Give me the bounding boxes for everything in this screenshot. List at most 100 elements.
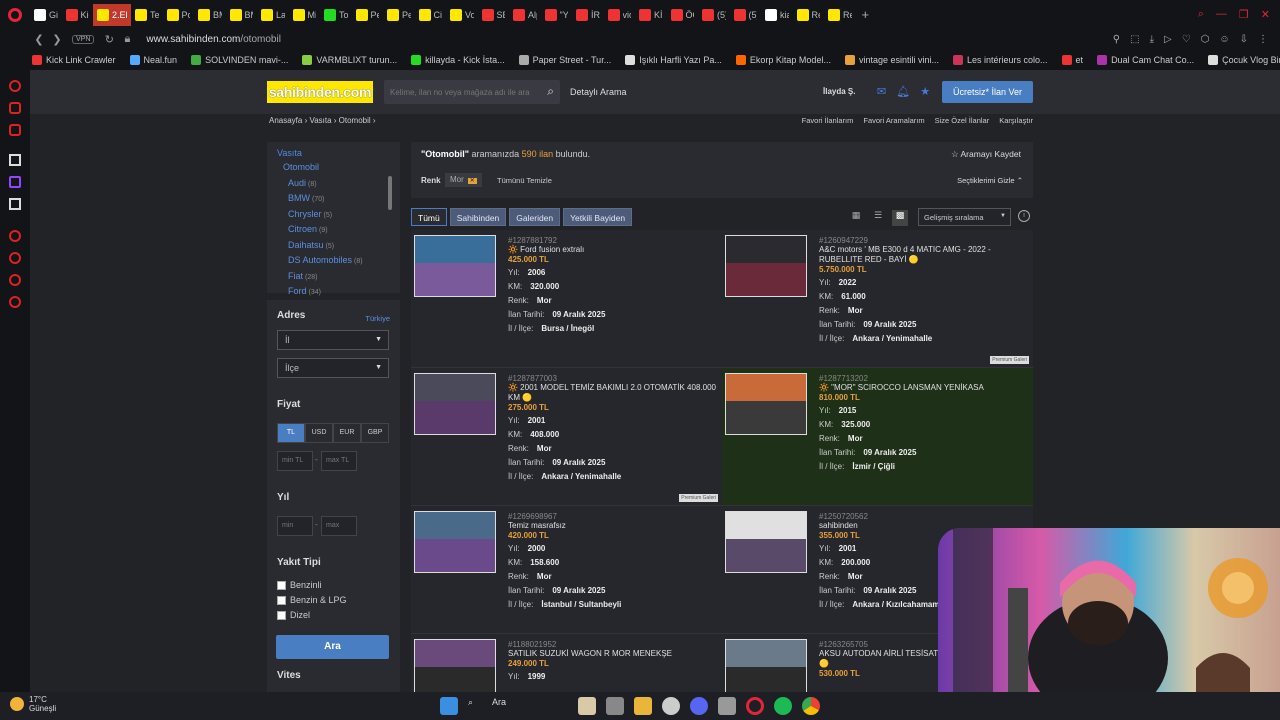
category-root[interactable]: Vasıta bbox=[277, 148, 302, 158]
browser-tab[interactable]: kia bbox=[761, 4, 793, 26]
seller-tab[interactable]: Galeriden bbox=[509, 208, 561, 226]
listing-thumbnail[interactable] bbox=[414, 373, 496, 435]
heart-icon[interactable]: ♡ bbox=[1182, 34, 1191, 45]
close-window-button[interactable]: ✕ bbox=[1261, 8, 1270, 21]
bookmark-item[interactable]: Dual Cam Chat Co... bbox=[1097, 54, 1194, 65]
category-item[interactable]: Daihatsu (5) bbox=[288, 240, 363, 256]
browser-tab[interactable]: BM bbox=[194, 4, 226, 26]
grid-view-icon[interactable]: ▩ bbox=[892, 210, 908, 226]
seller-tab[interactable]: Tümü bbox=[411, 208, 447, 226]
url-field[interactable]: www.sahibinden.com/otomobil bbox=[146, 34, 281, 45]
vpn-badge[interactable]: VPN bbox=[72, 34, 95, 44]
browser-tab[interactable]: Pe bbox=[383, 4, 415, 26]
listing-thumbnail[interactable] bbox=[725, 511, 807, 573]
reload-icon[interactable]: ↻ bbox=[100, 33, 118, 46]
search-submit-button[interactable]: Ara bbox=[276, 635, 389, 659]
browser-tab[interactable]: Tes bbox=[131, 4, 163, 26]
advanced-search-link[interactable]: Detaylı Arama bbox=[570, 87, 627, 97]
pin-icon[interactable]: ⚲ bbox=[1113, 34, 1120, 45]
seller-tab[interactable]: Yetkili Bayiden bbox=[563, 208, 633, 226]
listing-title[interactable]: SATILIK SUZUKİ WAGON R MOR MENEKŞE bbox=[508, 649, 718, 659]
chrome-icon[interactable] bbox=[802, 697, 820, 715]
listing-title[interactable]: 🔆 Ford fusion extralı bbox=[508, 245, 718, 255]
top-link[interactable]: Favori İlanlarım bbox=[802, 116, 854, 125]
extensions-icon[interactable]: ⬡ bbox=[1201, 34, 1210, 45]
widgets-icon[interactable] bbox=[578, 697, 596, 715]
x-icon[interactable] bbox=[9, 198, 21, 210]
min-year-input[interactable]: min bbox=[277, 516, 313, 536]
taskbar-search[interactable]: ⌕ Ara bbox=[468, 696, 568, 716]
settings-icon[interactable] bbox=[662, 697, 680, 715]
browser-tab[interactable]: Re bbox=[793, 4, 825, 26]
windows-start-icon[interactable] bbox=[440, 697, 458, 715]
favorites-icon[interactable]: ★ bbox=[920, 85, 930, 98]
ilce-select[interactable]: İlçe bbox=[277, 358, 389, 378]
new-tab-button[interactable]: + bbox=[862, 7, 870, 22]
top-link[interactable]: Karşılaştır bbox=[999, 116, 1033, 125]
browser-tab[interactable]: (5) bbox=[730, 4, 762, 26]
listing-card[interactable]: #1287881792 🔆 Ford fusion extralı 425.000 … bbox=[411, 230, 722, 368]
browser-tab[interactable]: KİM bbox=[635, 4, 667, 26]
browser-tab[interactable]: Kic bbox=[62, 4, 94, 26]
back-button[interactable]: ❮ bbox=[30, 33, 48, 46]
browser-tab[interactable]: Re bbox=[824, 4, 856, 26]
browser-tab[interactable]: Min bbox=[289, 4, 321, 26]
twitch-icon[interactable] bbox=[9, 176, 21, 188]
max-year-input[interactable]: max bbox=[321, 516, 357, 536]
pinboard-icon[interactable] bbox=[9, 274, 21, 286]
post-ad-button[interactable]: Ücretsiz* İlan Ver bbox=[942, 81, 1033, 103]
browser-tab[interactable]: Lar bbox=[257, 4, 289, 26]
remove-chip-icon[interactable]: ✕ bbox=[467, 178, 477, 184]
listing-title[interactable]: A&C motors ' MB E300 d 4 MATIC AMG - 202… bbox=[819, 245, 1029, 265]
currency-option[interactable]: TL bbox=[277, 423, 305, 443]
opera-menu-button[interactable] bbox=[0, 7, 30, 22]
listing-thumbnail[interactable] bbox=[725, 373, 807, 435]
bookmark-item[interactable]: et bbox=[1061, 54, 1083, 65]
top-link[interactable]: Favori Aramalarım bbox=[863, 116, 924, 125]
forward-button[interactable]: ❯ bbox=[48, 33, 66, 46]
category-item[interactable]: Audi (8) bbox=[288, 178, 363, 194]
player-icon[interactable] bbox=[9, 230, 21, 242]
weather-widget[interactable]: 17°C Güneşli bbox=[10, 695, 56, 713]
bookmark-item[interactable]: Neal.fun bbox=[129, 54, 177, 65]
top-link[interactable]: Size Özel İlanlar bbox=[935, 116, 990, 125]
listing-thumbnail[interactable] bbox=[725, 235, 807, 297]
browser-tab[interactable]: 2.El Ara bbox=[93, 3, 131, 26]
list-view-icon[interactable]: ☰ bbox=[870, 210, 886, 226]
browser-tab[interactable]: Alp bbox=[509, 4, 541, 26]
seller-tab[interactable]: Sahibinden bbox=[449, 208, 507, 226]
bookmark-item[interactable]: Ekorp Kitap Model... bbox=[735, 54, 831, 65]
bookmark-item[interactable]: Kick Link Crawler bbox=[32, 54, 116, 65]
minimize-button[interactable]: — bbox=[1216, 8, 1227, 21]
info-icon[interactable]: i bbox=[1018, 210, 1030, 222]
save-search-button[interactable]: ☆ Aramayı Kaydet bbox=[951, 149, 1021, 160]
profile-icon[interactable]: ☺ bbox=[1219, 34, 1229, 45]
currency-option[interactable]: EUR bbox=[333, 423, 361, 443]
download-icon[interactable]: ⤓ bbox=[1150, 34, 1154, 45]
maximize-button[interactable]: ❐ bbox=[1239, 8, 1249, 21]
bookmark-item[interactable]: VARMBLIXT turun... bbox=[302, 54, 397, 65]
search-icon[interactable]: ⌕ bbox=[547, 84, 554, 99]
settings-icon[interactable] bbox=[9, 296, 21, 308]
checkbox-box[interactable] bbox=[277, 595, 286, 605]
browser-tab[interactable]: Citr bbox=[415, 4, 447, 26]
fuel-checkbox[interactable]: Benzinli bbox=[277, 580, 322, 590]
category-scrollbar[interactable] bbox=[388, 176, 392, 210]
category-item[interactable]: Citroen (9) bbox=[288, 224, 363, 240]
hide-selected-toggle[interactable]: Seçtiklerimi Gizle ⌃ bbox=[957, 176, 1023, 185]
browser-tab[interactable]: BM bbox=[226, 4, 258, 26]
notifications-icon[interactable]: 🔔︎ bbox=[896, 85, 910, 98]
snapshot-icon[interactable]: ⬚ bbox=[1130, 34, 1139, 45]
checkbox-box[interactable] bbox=[277, 580, 286, 590]
discord-icon[interactable] bbox=[690, 697, 708, 715]
search-tabs-icon[interactable]: ⌕ bbox=[1198, 8, 1204, 21]
bookmark-item[interactable]: killayda - Kick İsta... bbox=[411, 54, 505, 65]
fuel-checkbox[interactable]: Benzin & LPG bbox=[277, 595, 347, 605]
opera-taskbar-icon[interactable] bbox=[746, 697, 764, 715]
listing-card[interactable]: #1269698967 Temiz masrafsız 420.000 TL Yıl:… bbox=[411, 506, 722, 634]
bookmark-item[interactable]: Işıklı Harfli Yazı Pa... bbox=[625, 54, 722, 65]
task-view-icon[interactable] bbox=[606, 697, 624, 715]
browser-tab[interactable]: Vol bbox=[446, 4, 478, 26]
aria-icon[interactable] bbox=[9, 80, 21, 92]
browser-tab[interactable]: Pe bbox=[352, 4, 384, 26]
